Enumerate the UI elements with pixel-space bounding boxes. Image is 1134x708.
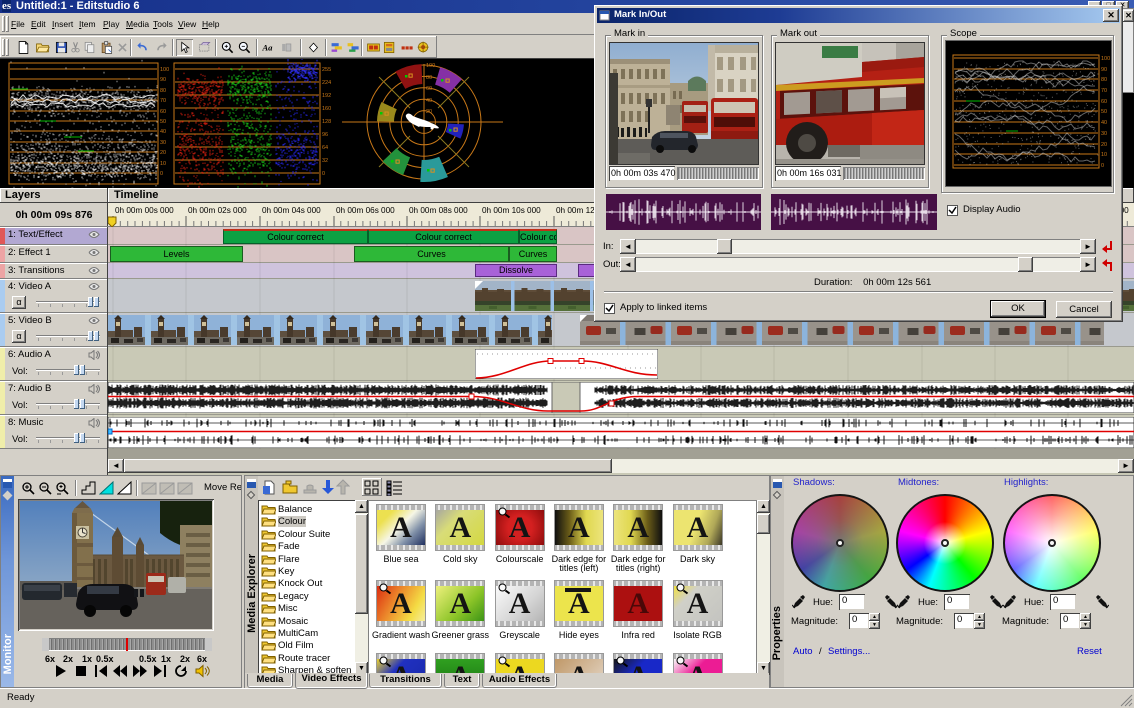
svg-text:20: 20: [426, 109, 432, 115]
svg-text:255: 255: [322, 67, 331, 73]
svg-text:0h 00m 08s 000: 0h 00m 08s 000: [409, 206, 468, 215]
svg-text:0h 00m 10s 000: 0h 00m 10s 000: [482, 206, 541, 215]
svg-text:64: 64: [322, 145, 328, 151]
svg-text:40: 40: [160, 129, 166, 135]
svg-text:10: 10: [1101, 152, 1107, 158]
svg-text:32: 32: [322, 158, 328, 164]
svg-text:100: 100: [1101, 56, 1110, 62]
svg-text:60: 60: [1101, 99, 1107, 105]
svg-text:90: 90: [1101, 67, 1107, 73]
svg-text:10: 10: [160, 161, 166, 167]
svg-text:0: 0: [1101, 163, 1104, 169]
svg-text:192: 192: [322, 93, 331, 99]
svg-text:0: 0: [322, 171, 325, 177]
svg-text:128: 128: [322, 119, 331, 125]
svg-text:100: 100: [160, 67, 169, 73]
svg-text:60: 60: [426, 86, 432, 92]
svg-text:80: 80: [426, 75, 432, 81]
svg-text:0h 00m 00s 000: 0h 00m 00s 000: [115, 206, 174, 215]
svg-text:70: 70: [160, 98, 166, 104]
svg-text:20: 20: [160, 150, 166, 156]
svg-text:90: 90: [160, 77, 166, 83]
svg-text:50: 50: [160, 119, 166, 125]
svg-text:80: 80: [160, 88, 166, 94]
svg-text:20: 20: [1101, 142, 1107, 148]
svg-text:0h 00m 04s 000: 0h 00m 04s 000: [262, 206, 321, 215]
svg-text:70: 70: [1101, 88, 1107, 94]
svg-text:96: 96: [322, 132, 328, 138]
svg-text:224: 224: [322, 80, 331, 86]
svg-text:0h 00m 02s 000: 0h 00m 02s 000: [188, 206, 247, 215]
svg-text:30: 30: [160, 140, 166, 146]
svg-text:80: 80: [1101, 77, 1107, 83]
svg-text:60: 60: [160, 109, 166, 115]
svg-text:30: 30: [1101, 131, 1107, 137]
svg-text:160: 160: [322, 106, 331, 112]
svg-text:0h 00m 06s 000: 0h 00m 06s 000: [336, 206, 395, 215]
svg-text:40: 40: [426, 98, 432, 104]
svg-text:50: 50: [1101, 109, 1107, 115]
svg-text:0: 0: [160, 171, 163, 177]
svg-text:40: 40: [1101, 120, 1107, 126]
svg-text:100: 100: [426, 63, 435, 69]
